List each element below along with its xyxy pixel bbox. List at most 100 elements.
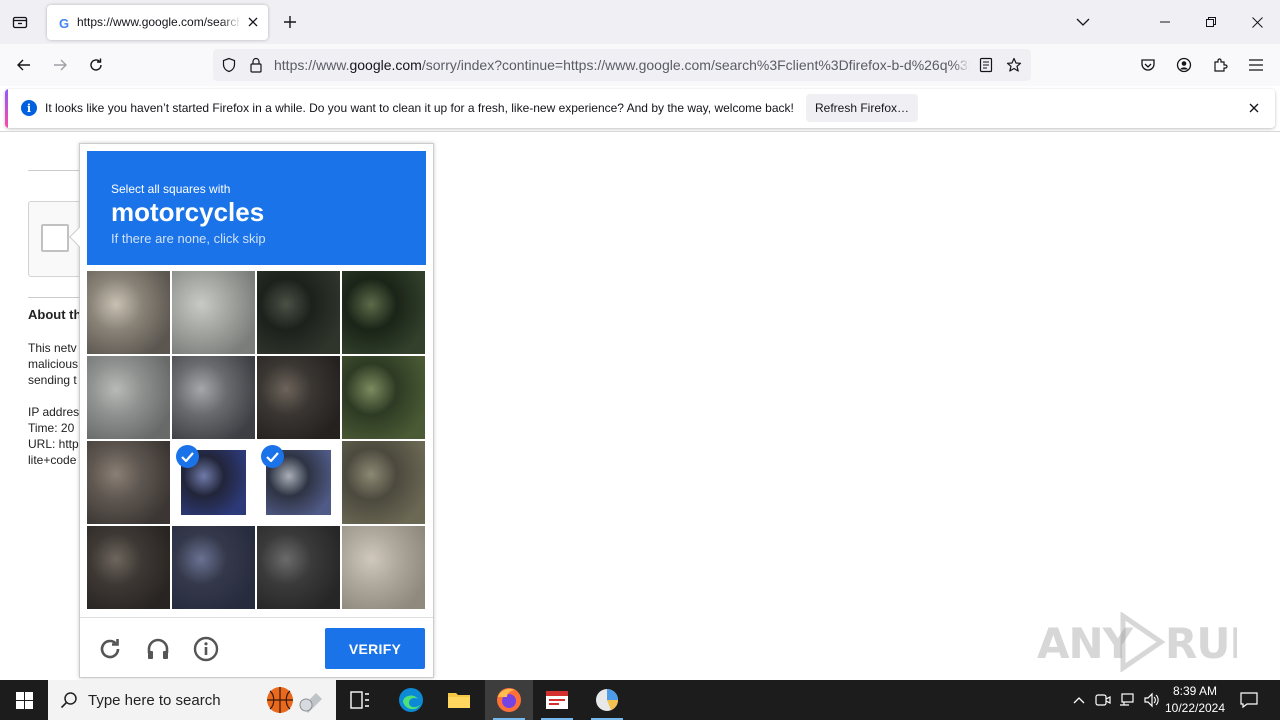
close-window-button[interactable] — [1234, 0, 1280, 44]
forward-button[interactable] — [47, 52, 73, 78]
account-icon — [1176, 57, 1192, 73]
forward-arrow-icon — [54, 59, 67, 71]
start-button[interactable] — [0, 680, 48, 720]
firefox-view-button[interactable] — [8, 10, 32, 34]
check-icon — [176, 445, 199, 468]
captcha-tile[interactable] — [342, 441, 425, 524]
captcha-tile[interactable] — [87, 271, 170, 354]
anyrun-logo-icon: ANY RUN — [1037, 611, 1265, 673]
svg-text:RUN: RUN — [1165, 619, 1237, 668]
navigation-toolbar: https://www.google.com/sorry/index?conti… — [0, 44, 1280, 86]
captcha-tile[interactable] — [87, 526, 170, 609]
search-placeholder: Type here to search — [88, 692, 221, 709]
clock-date: 10/22/2024 — [1164, 701, 1226, 715]
tile-image — [257, 356, 340, 439]
tile-image — [342, 526, 425, 609]
site-info-button[interactable] — [247, 56, 265, 74]
tracking-protection-button[interactable] — [220, 56, 238, 74]
tab-close-button[interactable] — [244, 13, 262, 31]
taskbar-edge[interactable] — [387, 680, 435, 720]
taskbar-app-pie[interactable] — [583, 680, 631, 720]
screen: G https://www.google.com/search https://… — [0, 0, 1280, 720]
reload-icon — [100, 639, 120, 659]
tile-image — [342, 441, 425, 524]
captcha-tile[interactable] — [172, 526, 255, 609]
bookmark-button[interactable] — [1005, 56, 1023, 74]
back-button[interactable] — [11, 52, 37, 78]
extensions-button[interactable] — [1207, 52, 1233, 78]
captcha-tile[interactable] — [342, 526, 425, 609]
speaker-icon — [1144, 692, 1159, 708]
address-bar[interactable]: https://www.google.com/sorry/index?conti… — [213, 49, 1031, 81]
notification-center-button[interactable] — [1232, 680, 1266, 720]
tab-strip: G https://www.google.com/search — [0, 0, 1280, 44]
chevron-up-icon — [1073, 697, 1085, 704]
folder-icon — [448, 693, 470, 708]
restore-button[interactable] — [1188, 0, 1234, 44]
audio-challenge-button[interactable] — [144, 635, 172, 663]
restore-icon — [1206, 17, 1216, 27]
taskbar-clock[interactable]: 8:39 AM 10/22/2024 — [1160, 683, 1230, 717]
detail-url-line: URL: http — [28, 437, 79, 451]
captcha-tile[interactable] — [172, 271, 255, 354]
taskbar-app-red[interactable] — [533, 680, 581, 720]
recaptcha-challenge: Select all squares with motorcycles If t… — [69, 143, 434, 678]
reload-challenge-button[interactable] — [96, 635, 124, 663]
challenge-footer: VERIFY — [80, 617, 433, 677]
browser-tab[interactable]: G https://www.google.com/search — [47, 5, 268, 40]
new-tab-button[interactable] — [279, 11, 301, 33]
close-icon — [1249, 103, 1259, 113]
tray-network[interactable] — [1116, 680, 1138, 720]
recaptcha-checkbox[interactable] — [41, 224, 69, 252]
verify-button[interactable]: VERIFY — [325, 628, 425, 669]
account-button[interactable] — [1171, 52, 1197, 78]
network-icon — [1120, 693, 1134, 706]
tray-volume[interactable] — [1140, 680, 1162, 720]
captcha-tile[interactable] — [87, 356, 170, 439]
pocket-button[interactable] — [1135, 52, 1161, 78]
minimize-button[interactable] — [1142, 0, 1188, 44]
captcha-tile[interactable] — [342, 356, 425, 439]
show-hidden-icons-button[interactable] — [1068, 680, 1090, 720]
url-text[interactable]: https://www.google.com/sorry/index?conti… — [274, 57, 970, 75]
captcha-tile[interactable] — [342, 271, 425, 354]
captcha-tile[interactable] — [87, 441, 170, 524]
captcha-tile[interactable] — [257, 271, 340, 354]
refresh-firefox-button[interactable]: Refresh Firefox… — [806, 94, 918, 122]
app-menu-button[interactable] — [1243, 52, 1269, 78]
reload-button[interactable] — [83, 52, 109, 78]
minimize-icon — [1160, 21, 1170, 23]
captcha-tile[interactable] — [257, 441, 340, 524]
svg-text:ANY: ANY — [1037, 619, 1134, 668]
notification-icon — [1240, 692, 1258, 709]
refresh-firefox-notification: i It looks like you haven’t started Fire… — [5, 89, 1275, 128]
camera-icon — [1095, 694, 1111, 706]
taskbar-firefox[interactable] — [485, 680, 533, 720]
list-all-tabs-button[interactable] — [1060, 0, 1106, 44]
pie-chart-icon — [596, 689, 618, 711]
captcha-tile[interactable] — [172, 441, 255, 524]
app-window-icon — [546, 691, 568, 709]
reader-view-button[interactable] — [977, 56, 995, 74]
back-arrow-icon — [17, 59, 30, 71]
tray-meet-now[interactable] — [1092, 680, 1114, 720]
task-view-button[interactable] — [336, 680, 384, 720]
help-button[interactable] — [192, 635, 220, 663]
captcha-tile[interactable] — [257, 356, 340, 439]
edge-icon — [399, 688, 423, 712]
captcha-tile[interactable] — [172, 356, 255, 439]
taskbar-file-explorer[interactable] — [435, 680, 483, 720]
notification-message: It looks like you haven’t started Firefo… — [45, 101, 794, 115]
close-icon — [1251, 16, 1263, 28]
notification-accent — [5, 89, 8, 128]
task-view-icon — [350, 691, 369, 709]
windows-logo-icon — [15, 691, 33, 709]
captcha-tile[interactable] — [257, 526, 340, 609]
plus-icon — [284, 16, 296, 28]
challenge-header: Select all squares with motorcycles If t… — [87, 151, 426, 265]
taskbar-search-box[interactable]: Type here to search — [48, 680, 336, 720]
challenge-hint: If there are none, click skip — [111, 231, 266, 246]
notification-close-button[interactable] — [1245, 99, 1263, 117]
hamburger-menu-icon — [1249, 59, 1263, 71]
